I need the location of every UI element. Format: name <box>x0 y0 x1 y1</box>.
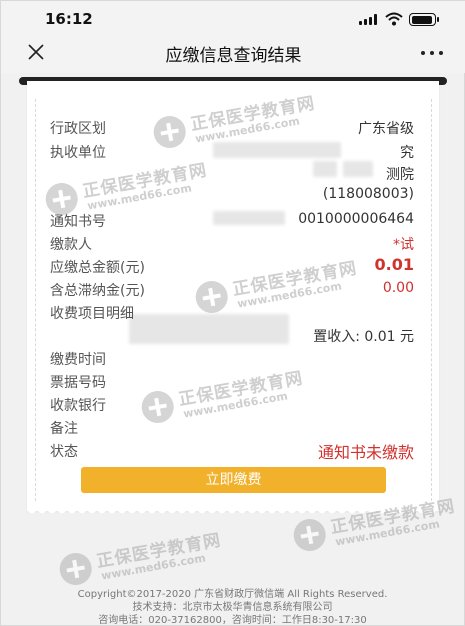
collector-value-line2: 测院 <box>386 167 414 183</box>
watermark-cross-icon <box>139 388 177 426</box>
watermark-cross-icon <box>291 516 329 554</box>
watermark-cross-icon <box>43 180 81 218</box>
redacted-text <box>343 161 373 177</box>
signal-icon <box>359 14 379 25</box>
watermark-cross-icon <box>57 550 95 588</box>
latefee-label: 含总滞纳金(元) <box>50 283 145 299</box>
payer-value: *试 <box>393 237 414 253</box>
latefee-value: 0.00 <box>382 280 414 296</box>
collector-label: 执收单位 <box>50 145 106 161</box>
collector-value-line1: 究 <box>400 145 414 161</box>
watermark-cross-icon <box>151 113 189 151</box>
collector-code: (118008003) <box>322 186 414 202</box>
page-title: 应缴信息查询结果 <box>165 46 302 66</box>
items-value: 置收入: 0.01 元 <box>313 329 414 345</box>
wifi-icon <box>385 12 403 26</box>
region-value: 广东省级 <box>358 121 414 137</box>
total-value: 0.01 <box>374 255 414 274</box>
redacted-text <box>313 161 337 177</box>
total-label: 应缴总金额(元) <box>50 260 145 276</box>
more-icon[interactable] <box>421 51 443 55</box>
paytime-label: 缴费时间 <box>50 352 106 368</box>
status-time: 16:12 <box>45 10 93 28</box>
bank-label: 收款银行 <box>50 398 106 414</box>
app-frame: 16:12 应缴信息查询结果 行政区划 广东省级 执收单位 究 测院 (1180… <box>0 0 465 626</box>
divider <box>431 99 432 501</box>
items-label: 收费项目明细 <box>50 306 134 322</box>
watermark-cross-icon <box>193 278 231 316</box>
payer-label: 缴款人 <box>50 237 92 253</box>
state-value: 通知书未缴款 <box>317 443 414 462</box>
remark-label: 备注 <box>50 421 78 437</box>
battery-icon <box>409 13 439 26</box>
divider <box>35 99 36 501</box>
receipt-label: 票据号码 <box>50 375 106 391</box>
region-label: 行政区划 <box>50 121 106 137</box>
pay-now-button[interactable]: 立即缴费 <box>81 467 386 493</box>
status-bar: 16:12 <box>1 1 465 35</box>
footer-contact: 咨询电话：020-37162800，咨询时间：工作日8:30-17:30 <box>98 615 367 626</box>
notice-value: 0010000006464 <box>298 211 414 227</box>
nav-bar: 应缴信息查询结果 <box>1 35 465 73</box>
state-label: 状态 <box>50 444 78 460</box>
redacted-text <box>213 211 285 225</box>
